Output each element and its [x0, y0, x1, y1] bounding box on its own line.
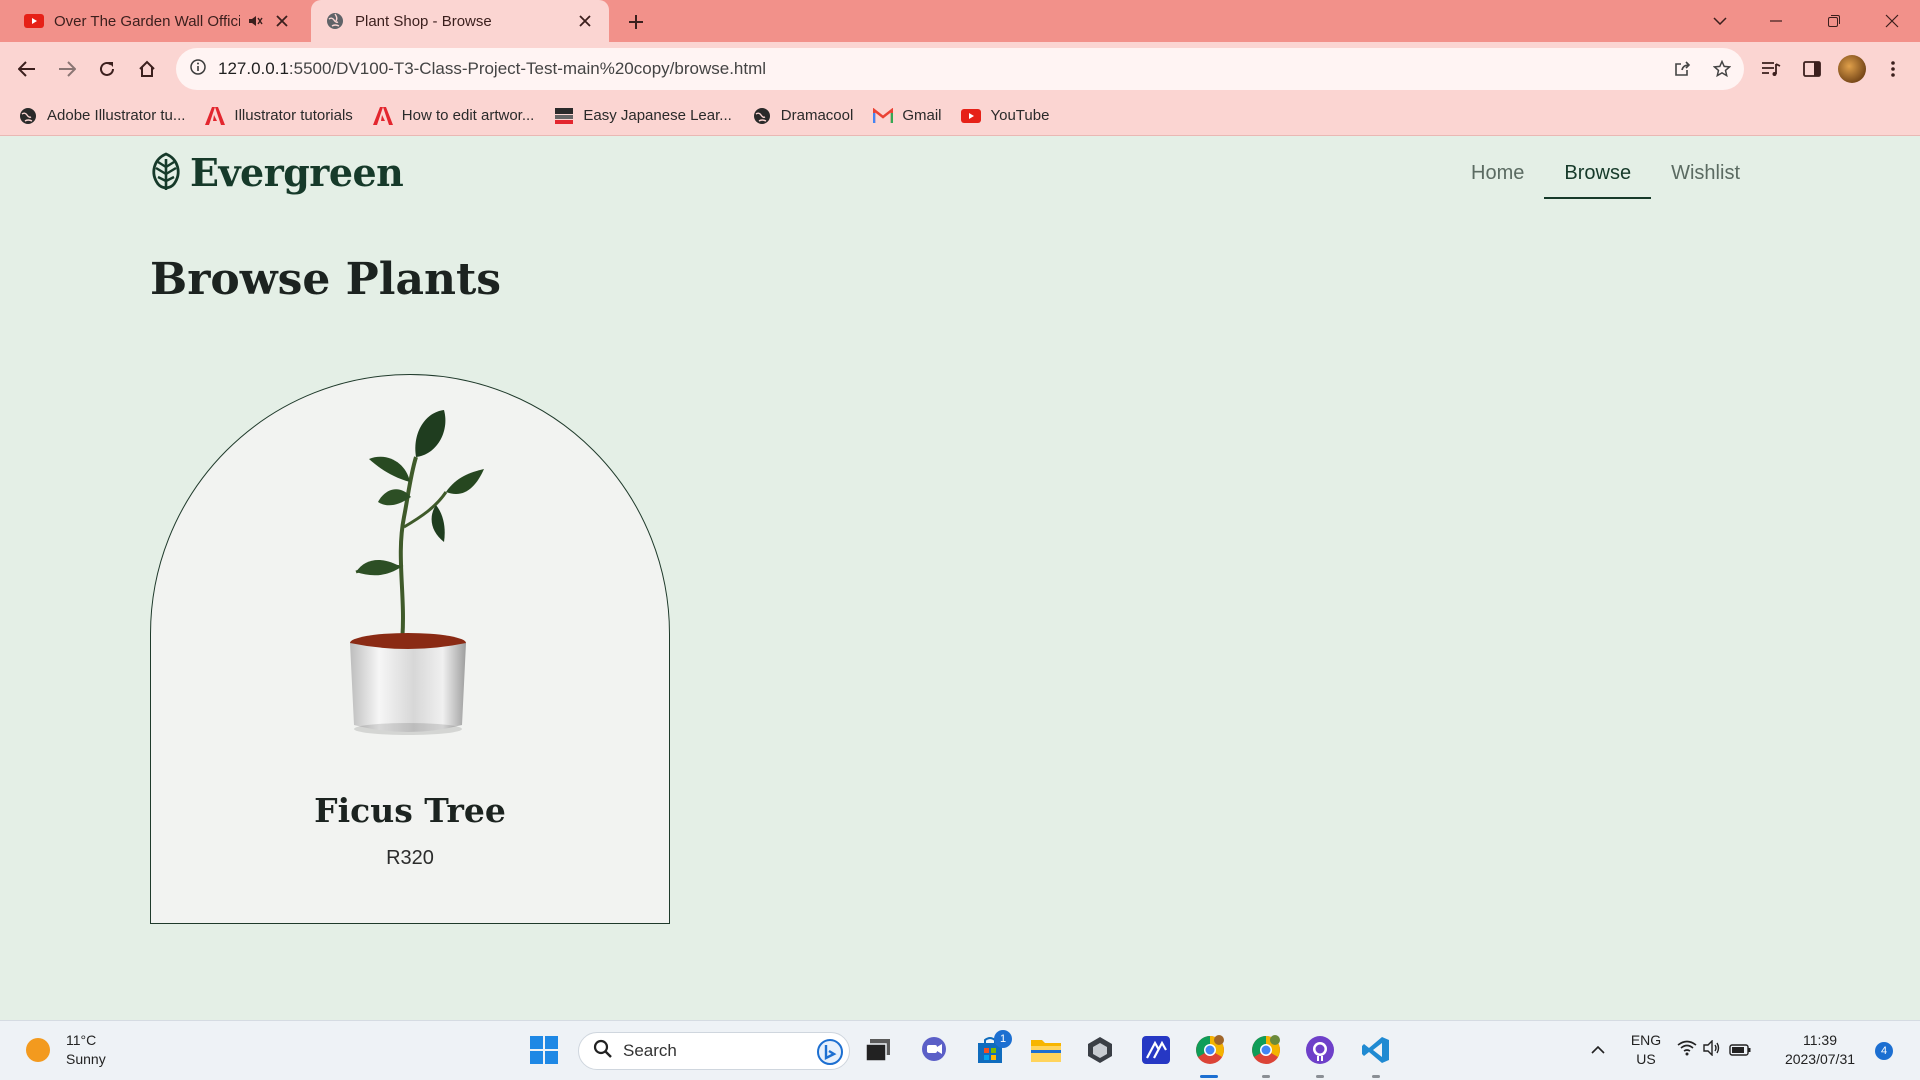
weather-temp: 11°C — [66, 1032, 97, 1048]
side-panel-icon[interactable] — [1797, 54, 1827, 84]
tab-title: Plant Shop - Browse — [355, 12, 492, 30]
media-control-icon[interactable] — [1756, 54, 1786, 84]
language-indicator[interactable]: ENG US — [1626, 1031, 1666, 1069]
site-logo[interactable]: Evergreen — [148, 150, 404, 195]
page-content: Evergreen Home Browse Wishlist Browse Pl… — [0, 136, 1920, 1020]
product-name: Ficus Tree — [314, 791, 506, 830]
store-badge: 1 — [994, 1030, 1012, 1048]
bookmark-illustrator-tutorials[interactable]: Illustrator tutorials — [205, 106, 353, 126]
minimize-button[interactable] — [1748, 0, 1804, 42]
taskbar-search[interactable]: Search — [578, 1032, 850, 1070]
brand-name: Evergreen — [190, 150, 404, 195]
bookmark-edit-artwork[interactable]: How to edit artwor... — [372, 106, 534, 126]
tray-chevron-up-icon[interactable] — [1580, 1032, 1616, 1068]
battery-icon — [1729, 1041, 1751, 1060]
restore-button[interactable] — [1806, 0, 1862, 42]
tab-search-chevron-icon[interactable] — [1692, 0, 1748, 42]
bookmark-dramacool[interactable]: Dramacool — [752, 106, 853, 126]
wifi-icon — [1677, 1040, 1697, 1060]
search-icon — [593, 1039, 613, 1063]
nav-wishlist[interactable]: Wishlist — [1651, 154, 1760, 199]
running-app-indicator — [1316, 1075, 1324, 1078]
tab-strip: Over The Garden Wall Officia Plant Shop … — [0, 0, 1920, 42]
tab-youtube[interactable]: Over The Garden Wall Officia — [10, 0, 306, 42]
site-info-icon[interactable] — [190, 59, 206, 79]
github-desktop-icon[interactable] — [1302, 1032, 1338, 1068]
close-window-button[interactable] — [1864, 0, 1920, 42]
bookmark-easy-japanese[interactable]: Easy Japanese Lear... — [554, 106, 732, 126]
plant-image — [350, 410, 484, 735]
url-text[interactable]: 127.0.0.1:5500/DV100-T3-Class-Project-Te… — [218, 59, 766, 79]
bookmark-youtube[interactable]: YouTube — [961, 106, 1049, 126]
bookmarks-bar: Adobe Illustrator tu... Illustrator tuto… — [0, 96, 1920, 136]
address-bar[interactable]: 127.0.0.1:5500/DV100-T3-Class-Project-Te… — [176, 48, 1744, 90]
bookmark-adobe-illustrator[interactable]: Adobe Illustrator tu... — [18, 106, 185, 126]
browser-toolbar: 127.0.0.1:5500/DV100-T3-Class-Project-Te… — [0, 42, 1920, 96]
teams-chat-icon[interactable] — [916, 1032, 952, 1068]
bookmark-star-icon[interactable] — [1706, 48, 1738, 90]
globe-icon — [18, 106, 38, 126]
windows-start-icon[interactable] — [526, 1032, 562, 1068]
globe-icon — [752, 106, 772, 126]
file-explorer-icon[interactable] — [1028, 1032, 1064, 1068]
main-nav: Home Browse Wishlist — [1451, 154, 1760, 199]
vscode-icon[interactable] — [1358, 1032, 1394, 1068]
unity-hub-icon[interactable] — [1082, 1032, 1118, 1068]
volume-icon — [1703, 1039, 1721, 1060]
bookmark-gmail[interactable]: Gmail — [873, 106, 941, 126]
profile-avatar[interactable] — [1838, 55, 1866, 83]
youtube-icon — [24, 11, 44, 31]
forward-button[interactable] — [52, 54, 82, 84]
notification-badge[interactable]: 4 — [1875, 1042, 1893, 1060]
sun-icon — [26, 1038, 50, 1062]
clock-date: 2023/07/31 — [1784, 1051, 1856, 1067]
active-app-indicator — [1200, 1075, 1218, 1078]
affinity-designer-icon[interactable] — [1138, 1032, 1174, 1068]
bing-icon[interactable] — [817, 1039, 843, 1069]
weather-desc: Sunny — [66, 1051, 106, 1067]
tab-plant-shop[interactable]: Plant Shop - Browse — [311, 0, 609, 42]
windows-taskbar: 11°C Sunny Search 1 ENG US 11:39 2023/07… — [0, 1020, 1920, 1080]
speaker-mute-icon[interactable] — [246, 11, 266, 31]
back-button[interactable] — [12, 54, 42, 84]
chrome-icon[interactable] — [1192, 1032, 1228, 1068]
home-button[interactable] — [132, 54, 162, 84]
leaf-icon — [148, 151, 184, 195]
weather-widget[interactable]: 11°C Sunny — [26, 1031, 106, 1069]
globe-icon — [325, 11, 345, 31]
close-tab-icon[interactable] — [575, 11, 595, 31]
search-placeholder: Search — [623, 1041, 677, 1060]
youtube-icon — [961, 106, 982, 126]
page-title: Browse Plants — [150, 254, 502, 305]
adobe-icon — [205, 106, 226, 126]
system-tray[interactable] — [1674, 1032, 1754, 1068]
close-tab-icon[interactable] — [272, 11, 292, 31]
share-icon[interactable] — [1666, 48, 1698, 90]
gmail-icon — [873, 106, 894, 126]
nhk-icon — [554, 106, 574, 126]
adobe-icon — [372, 106, 393, 126]
clock[interactable]: 11:39 2023/07/31 — [1780, 1031, 1860, 1069]
new-tab-button[interactable] — [622, 8, 650, 36]
running-app-indicator — [1372, 1075, 1380, 1078]
clock-time: 11:39 — [1803, 1032, 1837, 1048]
reload-button[interactable] — [92, 54, 122, 84]
product-price: R320 — [386, 847, 434, 869]
chrome-profile-icon[interactable] — [1248, 1032, 1284, 1068]
nav-home[interactable]: Home — [1451, 154, 1544, 199]
more-menu-icon[interactable] — [1878, 54, 1908, 84]
nav-browse[interactable]: Browse — [1544, 154, 1652, 199]
tab-title: Over The Garden Wall Officia — [54, 12, 240, 30]
task-view-icon[interactable] — [860, 1032, 896, 1068]
product-card[interactable]: Ficus Tree R320 — [150, 374, 670, 924]
running-app-indicator — [1262, 1075, 1270, 1078]
